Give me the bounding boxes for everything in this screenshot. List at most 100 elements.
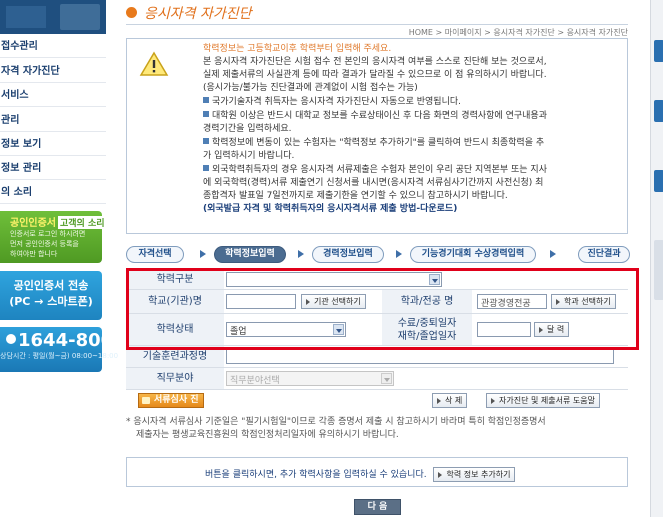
form-row-duty: 직무분야 직무분야선택 — [126, 368, 628, 390]
sidebar-item-customer-voice[interactable]: 의 소리 — [0, 182, 106, 204]
date-label-line: 재학/졸업일자 — [397, 331, 457, 342]
sidebar-item-service[interactable]: 서비스 — [0, 85, 106, 107]
form-row-training: 기술훈련과정명 — [126, 346, 628, 368]
notice-bullet: 국가기술자격 취득자는 응시자격 자가진단시 자동으로 반영됩니다. — [212, 97, 462, 107]
step-select-qualification[interactable]: 자격선택 — [126, 246, 184, 263]
quick-menu-item[interactable] — [654, 40, 663, 62]
notice-bullet: 학력정보에 변동이 있는 수험자는 "학력정보 추가하기"를 클릭하여 반드시 … — [212, 138, 545, 148]
phone-banner: 1644-8000 상담시간 : 평일(월~금) 08:00~18:00 — [0, 327, 126, 372]
transfer-banner-title: 공인인증서 전송 — [13, 279, 89, 292]
footnote-line: 제출자는 평생교육진흥원의 학점인정처리일자에 유의하시기 바랍니다. — [136, 430, 399, 440]
next-button[interactable]: 다 음 — [354, 499, 401, 515]
date-input[interactable] — [477, 322, 531, 337]
add-education-message: 버튼을 클릭하시면, 추가 학력사항을 입력하실 수 있습니다. — [205, 470, 427, 480]
notice-bullet-cont: 경력기간을 입력하세요. — [203, 124, 292, 134]
school-label: 학교(기관)명 — [126, 290, 224, 313]
sidebar-item-management[interactable]: 관리 — [0, 110, 106, 132]
notice-line: (응시가능/불가능 진단결과에 관계없이 시험 접수는 가능) — [203, 83, 418, 93]
status-label: 학력상태 — [126, 314, 224, 345]
phone-icon — [6, 334, 16, 344]
notice-bullet-cont: 에 외국학력(경력)서류 제출연기 신청서를 내시면(응시자격 서류심사기간까지… — [203, 178, 544, 188]
phone-hours: 상담시간 : 평일(월~금) 08:00~18:00 — [0, 352, 119, 360]
notice-box: 학력정보는 고등학교이후 학력부터 입력해 주세요. 본 응시자격 자가진단은 … — [126, 38, 628, 234]
quick-menu-item[interactable] — [654, 100, 663, 122]
step-education-input[interactable]: 학력정보입력 — [214, 246, 286, 263]
left-sidebar: 접수관리 자격 자가진단 서비스 관리 정보 보기 정보 관리 의 소리 공인인… — [0, 0, 126, 517]
status-selected: 졸업 — [230, 327, 247, 337]
edu-type-select[interactable] — [226, 272, 442, 287]
right-quick-menu — [650, 0, 663, 517]
duty-label: 직무분야 — [126, 368, 224, 389]
main-content: 응시자격 자가진단 HOME > 마이페이지 > 응시자격 자가진단 > 응시자… — [106, 0, 650, 517]
footnote-line: * 응시자격 서류심사 기준일은 "필기시험일"이므로 각종 증명서 제출 시 … — [126, 417, 546, 427]
sidebar-item-self-diagnosis[interactable]: 자격 자가진단 — [0, 61, 106, 83]
sidebar-item-info-management[interactable]: 정보 관리 — [0, 158, 106, 180]
foreign-docs-download-link[interactable]: (외국발급 자격 및 학력취득자의 응시자격서류 제출 방법-다운로드) — [203, 203, 623, 216]
school-input[interactable] — [226, 294, 296, 309]
dept-input[interactable]: 관광경영전공 — [477, 294, 547, 309]
add-education-box: 버튼을 클릭하시면, 추가 학력사항을 입력하실 수 있습니다. 학력 정보 추… — [126, 457, 628, 487]
title-divider — [126, 24, 628, 25]
date-label: 수료/중퇴일자 재학/졸업일자 — [382, 314, 472, 345]
step-competition-award-input[interactable]: 기능경기대회 수상경력입력 — [410, 246, 536, 263]
step-arrow-icon — [396, 250, 402, 258]
certificate-banner-line: 먼저 공인인증서 등록을 — [10, 240, 79, 248]
sidebar-item-view-info[interactable]: 정보 보기 — [0, 134, 106, 156]
quick-menu-item[interactable] — [654, 240, 663, 300]
certificate-banner-line: 하여야만 합니다 — [10, 250, 58, 258]
dept-label: 학과/전공 명 — [382, 290, 472, 313]
delete-button[interactable]: 삭 제 — [432, 393, 468, 408]
add-education-text: 버튼을 클릭하시면, 추가 학력사항을 입력하실 수 있습니다. 학력 정보 추… — [205, 467, 516, 482]
bullet-icon — [203, 97, 209, 103]
breadcrumb: HOME > 마이페이지 > 응시자격 자가진단 > 응시자격 자가진단 — [408, 28, 628, 37]
add-education-button[interactable]: 학력 정보 추가하기 — [433, 467, 516, 482]
notice-line: 학력정보는 고등학교이후 학력부터 입력해 주세요. — [203, 44, 392, 54]
step-career-input[interactable]: 경력정보입력 — [312, 246, 384, 263]
certificate-banner-line: 인증서로 로그인 하시려면 — [10, 230, 86, 238]
duty-selected: 직무분야선택 — [230, 376, 280, 386]
help-button[interactable]: 자가진단 및 제출서류 도움말 — [486, 393, 600, 408]
chevron-down-icon — [429, 274, 440, 285]
warning-icon — [139, 51, 169, 76]
calendar-button[interactable]: 달 력 — [534, 322, 570, 337]
notice-line: 본 응시자격 자가진단은 시험 접수 전 본인의 응시자격 여부를 스스로 진단… — [203, 57, 547, 67]
sidebar-header-decoration — [6, 6, 46, 28]
duty-select[interactable]: 직무분야선택 — [226, 371, 394, 386]
document-review-button[interactable]: 서류심사 진 — [138, 393, 204, 408]
step-arrow-icon — [298, 250, 304, 258]
training-label: 기술훈련과정명 — [126, 346, 224, 367]
form-row-actions: 서류심사 진 삭 제 자가진단 및 제출서류 도움말 — [126, 390, 628, 412]
select-institution-button[interactable]: 기관 선택하기 — [301, 294, 366, 309]
sidebar-item-application[interactable]: 접수관리 — [0, 36, 106, 58]
sidebar-header-image — [0, 0, 106, 34]
notice-line: 실제 제출서류의 사실관계 등에 따라 결과가 달라질 수 있으므로 이 점 유… — [203, 70, 547, 80]
title-bullet-icon — [126, 7, 137, 18]
training-input[interactable] — [226, 349, 614, 364]
status-select[interactable]: 졸업 — [226, 322, 346, 337]
page-root: 접수관리 자격 자가진단 서비스 관리 정보 보기 정보 관리 의 소리 공인인… — [0, 0, 663, 517]
footnote: * 응시자격 서류심사 기준일은 "필기시험일"이므로 각종 증명서 제출 시 … — [126, 416, 631, 442]
edu-type-label: 학력구분 — [126, 270, 224, 289]
notice-bullet: 대학원 이상은 반드시 대학교 정보를 수료상태이신 후 다음 화면의 경력사항… — [212, 111, 547, 121]
certificate-banner-title: 공인인증서 — [10, 218, 56, 229]
notice-text: 학력정보는 고등학교이후 학력부터 입력해 주세요. 본 응시자격 자가진단은 … — [203, 43, 623, 216]
form-row-status: 학력상태 졸업 수료/중퇴일자 재학/졸업일자 달 력 — [126, 314, 628, 346]
customer-voice-tag[interactable]: 고객의 소리 — [58, 216, 107, 229]
chevron-down-icon — [333, 324, 344, 335]
quick-menu-item[interactable] — [654, 170, 663, 192]
step-arrow-icon — [200, 250, 206, 258]
chevron-down-icon — [381, 373, 392, 384]
date-label-line: 수료/중퇴일자 — [397, 318, 457, 329]
notice-bullet-cont: 종합격자 발표일 7일전까지로 제출기한을 연기할 수 있으니 참고하시기 바랍… — [203, 191, 508, 201]
form-row-edu-type: 학력구분 — [126, 270, 628, 290]
page-title: 응시자격 자가진단 — [144, 6, 252, 22]
step-arrow-icon — [550, 250, 556, 258]
select-department-button[interactable]: 학과 선택하기 — [551, 294, 616, 309]
bullet-icon — [203, 165, 209, 171]
transfer-banner-subtitle: (PC → 스마트폰) — [9, 295, 93, 308]
certificate-transfer-banner[interactable]: 공인인증서 전송 (PC → 스마트폰) — [0, 271, 102, 320]
sidebar-header-decoration — [60, 4, 100, 30]
notice-bullet: 외국학력취득자의 경우 응시자격 서류제출은 수험자 본인이 우리 공단 지역본… — [212, 165, 547, 175]
step-diagnosis-result[interactable]: 진단결과 — [578, 246, 630, 263]
certificate-banner[interactable]: 공인인증서 고객의 소리 인증서로 로그인 하시려면 먼저 공인인증서 등록을 하… — [0, 211, 107, 263]
